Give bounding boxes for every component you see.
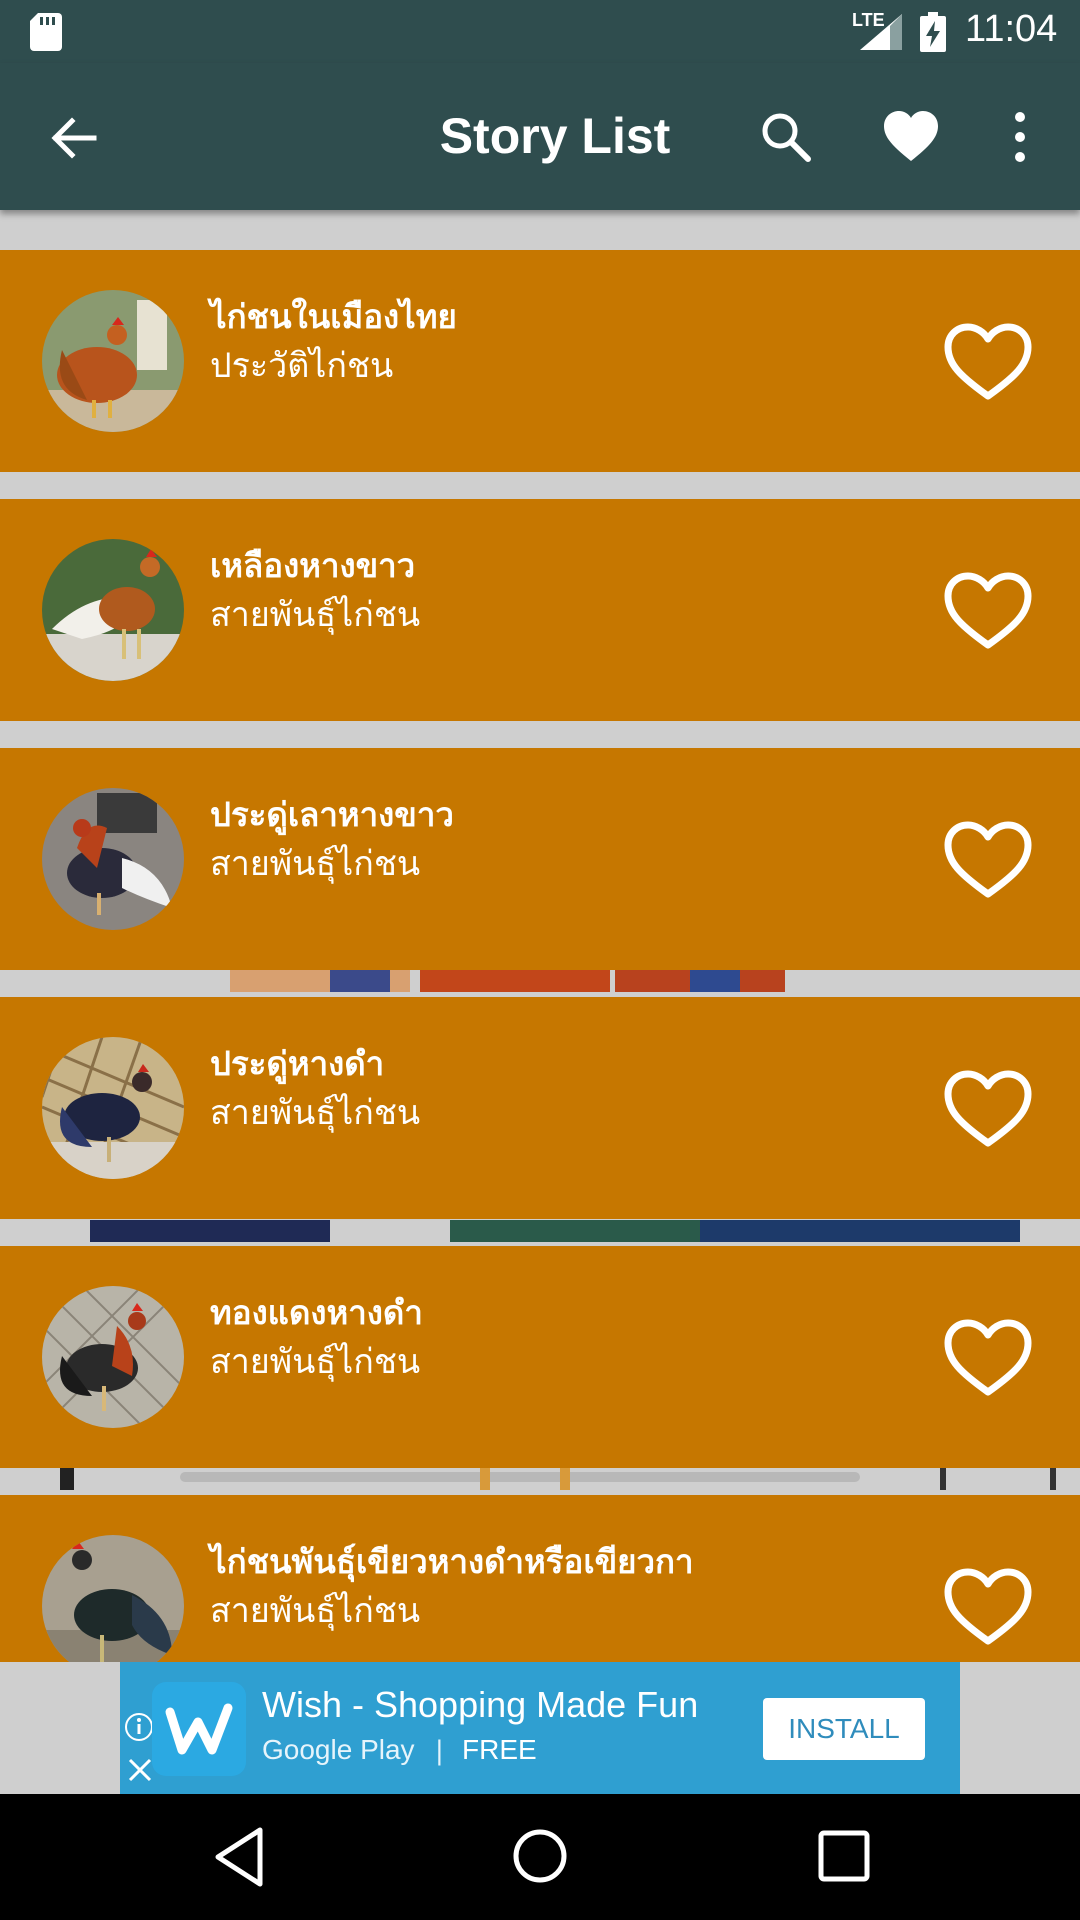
rooster-thumbnail <box>42 1535 184 1662</box>
ad-info-icon[interactable] <box>124 1712 154 1742</box>
rooster-thumbnail <box>42 788 184 930</box>
story-title: ไก่ชนพันธุ์เขียวหางดำหรือเขียวกา <box>210 1542 694 1581</box>
rooster-thumbnail <box>42 1037 184 1179</box>
story-category: สายพันธุ์ไก่ชน <box>210 1093 421 1133</box>
app-toolbar: Story List <box>0 63 1080 210</box>
ad-price: FREE <box>462 1734 537 1765</box>
story-title: เหลืองหางขาว <box>210 546 416 585</box>
favorite-heart-outline-icon[interactable] <box>940 569 1036 653</box>
wish-app-logo <box>152 1682 246 1776</box>
story-category: สายพันธุ์ไก่ชน <box>210 595 421 635</box>
story-title: ไก่ชนในเมืองไทย <box>210 297 457 336</box>
ad-headline: Wish - Shopping Made Fun <box>262 1684 699 1725</box>
page-title: Story List <box>439 108 671 164</box>
favorite-heart-outline-icon[interactable] <box>940 1316 1036 1400</box>
list-item[interactable]: ประดู่หางดำ สายพันธุ์ไก่ชน <box>0 997 1080 1219</box>
favorite-heart-outline-icon[interactable] <box>940 1565 1036 1649</box>
list-item[interactable]: ไก่ชนในเมืองไทย ประวัติไก่ชน <box>0 250 1080 472</box>
back-arrow-icon[interactable] <box>48 113 98 163</box>
sd-card-icon <box>30 13 62 51</box>
rooster-thumbnail <box>42 290 184 432</box>
nav-recents-icon[interactable] <box>816 1828 872 1884</box>
rooster-thumbnail <box>42 539 184 681</box>
favorite-heart-outline-icon[interactable] <box>940 818 1036 902</box>
clock: 11:04 <box>965 8 1058 50</box>
ad-store-name: Google Play <box>262 1734 415 1765</box>
system-navigation-bar <box>0 1794 1080 1920</box>
signal-icon <box>860 14 902 50</box>
favorite-heart-outline-icon[interactable] <box>940 1067 1036 1151</box>
search-icon[interactable] <box>758 109 814 165</box>
story-title: ประดู่หางดำ <box>210 1044 385 1083</box>
story-category: สายพันธุ์ไก่ชน <box>210 1342 421 1382</box>
list-item[interactable]: ประดู่เลาหางขาว สายพันธุ์ไก่ชน <box>0 748 1080 970</box>
story-title: ทองแดงหางดำ <box>210 1293 423 1332</box>
list-item[interactable]: ไก่ชนพันธุ์เขียวหางดำหรือเขียวกา สายพันธ… <box>0 1495 1080 1662</box>
nav-home-icon[interactable] <box>510 1826 570 1886</box>
battery-charging-icon <box>920 12 946 52</box>
ad-close-icon[interactable] <box>126 1756 154 1784</box>
ad-separator: | <box>435 1736 444 1766</box>
list-item[interactable]: ทองแดงหางดำ สายพันธุ์ไก่ชน <box>0 1246 1080 1468</box>
ad-banner[interactable]: Wish - Shopping Made Fun Google Play | F… <box>120 1662 960 1794</box>
list-item[interactable]: เหลืองหางขาว สายพันธุ์ไก่ชน <box>0 499 1080 721</box>
favorites-heart-icon[interactable] <box>882 109 940 165</box>
nav-back-icon[interactable] <box>210 1824 270 1890</box>
favorite-heart-outline-icon[interactable] <box>940 320 1036 404</box>
story-category: ประวัติไก่ชน <box>210 346 394 386</box>
story-title: ประดู่เลาหางขาว <box>210 795 454 834</box>
story-category: สายพันธุ์ไก่ชน <box>210 1591 421 1631</box>
install-button[interactable]: INSTALL <box>763 1698 925 1760</box>
rooster-thumbnail <box>42 1286 184 1428</box>
story-list[interactable]: ไก่ชนในเมืองไทย ประวัติไก่ชน เหลืองหางขา… <box>0 210 1080 1662</box>
status-bar: LTE 11:04 <box>0 0 1080 63</box>
story-category: สายพันธุ์ไก่ชน <box>210 844 421 884</box>
more-options-icon[interactable] <box>1005 109 1035 165</box>
